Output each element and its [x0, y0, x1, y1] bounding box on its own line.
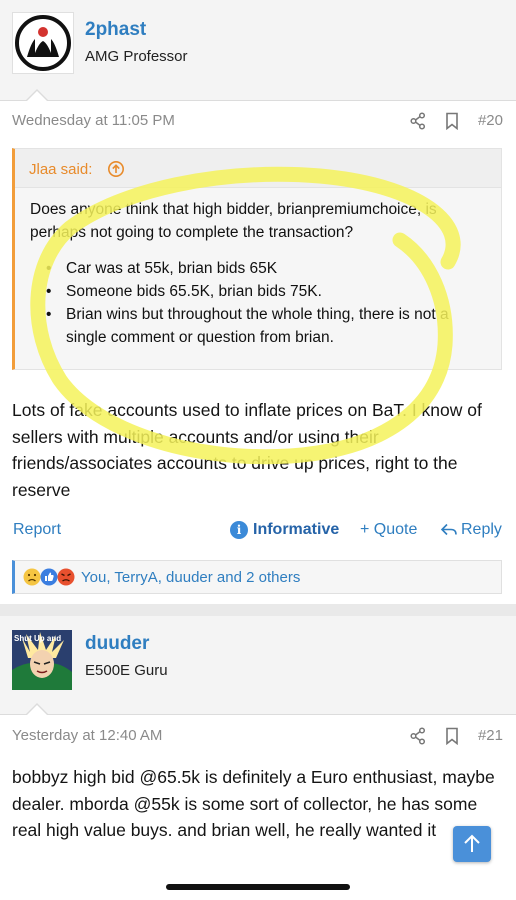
- reactions-list-link[interactable]: You, TerryA, duuder and 2 others: [81, 569, 300, 586]
- home-indicator[interactable]: [166, 884, 350, 890]
- avatar-anime-image: Shut Up and: [12, 630, 72, 690]
- username-link[interactable]: duuder: [85, 633, 149, 655]
- report-button[interactable]: Report: [13, 521, 61, 539]
- scroll-to-top-button[interactable]: [453, 826, 491, 862]
- avatar[interactable]: [12, 12, 74, 74]
- quote-author-link[interactable]: Jlaa said:: [29, 161, 92, 178]
- info-icon: i: [230, 521, 248, 539]
- svg-text:Shut Up and: Shut Up and: [14, 634, 61, 643]
- quote-header: Jlaa said:: [15, 149, 501, 188]
- share-icon[interactable]: [410, 727, 426, 745]
- quote-list: Car was at 55k, brian bids 65K Someone b…: [30, 257, 490, 349]
- header-pointer-fill: [27, 705, 47, 715]
- user-title: E500E Guru: [85, 662, 168, 679]
- reply-icon[interactable]: [440, 521, 458, 539]
- reply-button[interactable]: Reply: [461, 521, 502, 539]
- post-1-body: Lots of fake accounts used to inflate pr…: [12, 400, 482, 500]
- username-link[interactable]: 2phast: [85, 19, 146, 41]
- post-number-link[interactable]: #21: [478, 727, 503, 744]
- list-item: Car was at 55k, brian bids 65K: [30, 257, 490, 280]
- informative-badge[interactable]: Informative: [253, 521, 339, 539]
- bookmark-icon[interactable]: [445, 727, 459, 745]
- avatar[interactable]: Shut Up and: [12, 630, 72, 690]
- quote-block: Jlaa said: Does anyone think that high b…: [12, 148, 502, 370]
- angry-face-icon: [57, 568, 75, 586]
- post-2-meta: Yesterday at 12:40 AM #21: [0, 715, 516, 757]
- post-1-meta: Wednesday at 11:05 PM #20: [0, 100, 516, 142]
- arrow-up-icon: [464, 834, 480, 852]
- user-title: AMG Professor: [85, 48, 188, 65]
- quote-button[interactable]: + Quote: [360, 521, 417, 539]
- avatar-logo-icon: [15, 15, 71, 71]
- post-2-body: bobbyz high bid @65.5k is definitely a E…: [12, 767, 495, 840]
- go-to-quote-icon[interactable]: [107, 160, 125, 178]
- bookmark-icon[interactable]: [445, 112, 459, 130]
- quote-text: Does anyone think that high bidder, bria…: [30, 201, 437, 241]
- sad-face-icon: [23, 568, 41, 586]
- reactions-bar[interactable]: You, TerryA, duuder and 2 others: [12, 560, 502, 594]
- post-number-link[interactable]: #20: [478, 112, 503, 129]
- post-1-user-header: 2phast AMG Professor: [0, 0, 516, 101]
- list-item: Someone bids 65.5K, brian bids 75K.: [30, 280, 490, 303]
- list-item: Brian wins but throughout the whole thin…: [30, 303, 490, 349]
- post-divider: [0, 604, 516, 616]
- post-date[interactable]: Wednesday at 11:05 PM: [12, 112, 175, 129]
- post-2-user-header: Shut Up and duuder E500E Guru: [0, 616, 516, 715]
- like-icon: [40, 568, 58, 586]
- post-date[interactable]: Yesterday at 12:40 AM: [12, 727, 162, 744]
- share-icon[interactable]: [410, 112, 426, 130]
